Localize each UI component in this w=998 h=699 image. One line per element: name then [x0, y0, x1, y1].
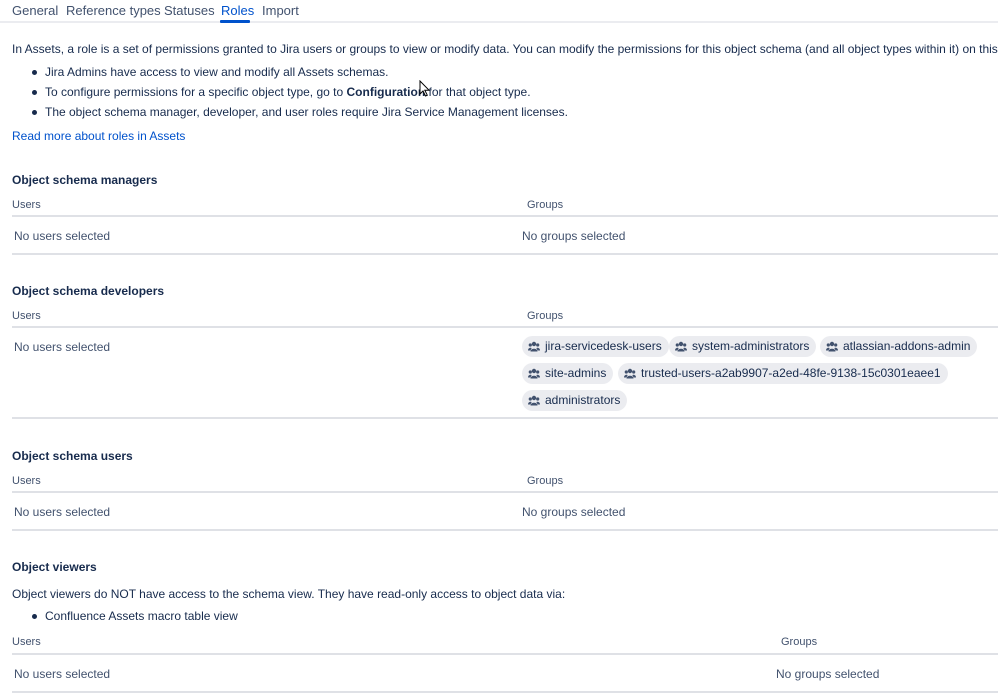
active-tab-indicator: [220, 20, 250, 23]
managers-groups-value: No groups selected: [522, 229, 626, 243]
intro-bullet-list: Jira Admins have access to view and modi…: [30, 62, 568, 122]
schema-users-groups-header: Groups: [527, 475, 564, 487]
intro-text: In Assets, a role is a set of permission…: [12, 42, 998, 56]
viewers-users-value: No users selected: [14, 667, 111, 681]
read-more-link[interactable]: Read more about roles in Assets: [12, 129, 185, 143]
tab-reference-types[interactable]: Reference types: [66, 3, 161, 18]
intro-bullet-configure: To configure permissions for a specific …: [30, 82, 568, 102]
schema-users-users-value: No users selected: [14, 505, 111, 519]
viewers-bullet-list: Confluence Assets macro table view: [30, 606, 238, 626]
developers-header-divider: [12, 326, 998, 328]
tab-import[interactable]: Import: [262, 3, 299, 18]
managers-bottom-divider: [12, 253, 998, 255]
developers-users-value: No users selected: [14, 340, 111, 354]
group-chip-atlassian-addons-admin[interactable]: atlassian-addons-admin: [820, 336, 978, 357]
schema-users-section-title: Object schema users: [12, 449, 133, 463]
developers-section-title: Object schema developers: [12, 284, 165, 298]
viewers-users-header: Users: [12, 636, 41, 648]
tab-statuses[interactable]: Statuses: [164, 3, 215, 18]
tab-roles[interactable]: Roles: [221, 3, 254, 18]
schema-users-users-header: Users: [12, 475, 41, 487]
managers-users-value: No users selected: [14, 229, 111, 243]
managers-header-divider: [12, 215, 998, 217]
managers-section-title: Object schema managers: [12, 173, 158, 187]
people-group-icon: [528, 368, 540, 379]
tab-general[interactable]: General: [12, 3, 58, 18]
group-chip-administrators[interactable]: administrators: [522, 390, 628, 411]
managers-groups-header: Groups: [527, 199, 564, 211]
developers-users-header: Users: [12, 310, 41, 322]
developers-groups-header: Groups: [527, 310, 564, 322]
schema-users-bottom-divider: [12, 529, 998, 531]
managers-users-header: Users: [12, 199, 41, 211]
mouse-pointer-icon: [419, 80, 430, 97]
viewers-header-divider: [12, 653, 998, 655]
intro-bullet-admins: Jira Admins have access to view and modi…: [30, 62, 568, 82]
people-group-icon: [528, 395, 540, 406]
people-group-icon: [826, 341, 838, 352]
schema-users-header-divider: [12, 491, 998, 493]
viewers-description: Object viewers do NOT have access to the…: [12, 587, 566, 601]
developers-bottom-divider: [12, 417, 998, 419]
people-group-icon: [675, 341, 687, 352]
viewers-bullet-confluence: Confluence Assets macro table view: [30, 606, 238, 626]
viewers-section-title: Object viewers: [12, 560, 97, 574]
configuration-emphasis: Configuration: [346, 85, 426, 99]
group-chip-trusted-users[interactable]: trusted-users-a2ab9907-a2ed-48fe-9138-15…: [618, 363, 948, 384]
group-chip-system-administrators[interactable]: system-administrators: [669, 336, 817, 357]
viewers-groups-header: Groups: [781, 636, 818, 648]
intro-bullet-licenses: The object schema manager, developer, an…: [30, 102, 568, 122]
people-group-icon: [624, 368, 636, 379]
viewers-bottom-divider: [12, 691, 998, 693]
schema-users-groups-value: No groups selected: [522, 505, 626, 519]
viewers-groups-value: No groups selected: [776, 667, 880, 681]
group-chip-site-admins[interactable]: site-admins: [522, 363, 614, 384]
group-chip-jira-servicedesk-users[interactable]: jira-servicedesk-users: [522, 336, 669, 357]
people-group-icon: [528, 341, 540, 352]
tab-bar: General Reference types Statuses Roles I…: [0, 0, 998, 23]
